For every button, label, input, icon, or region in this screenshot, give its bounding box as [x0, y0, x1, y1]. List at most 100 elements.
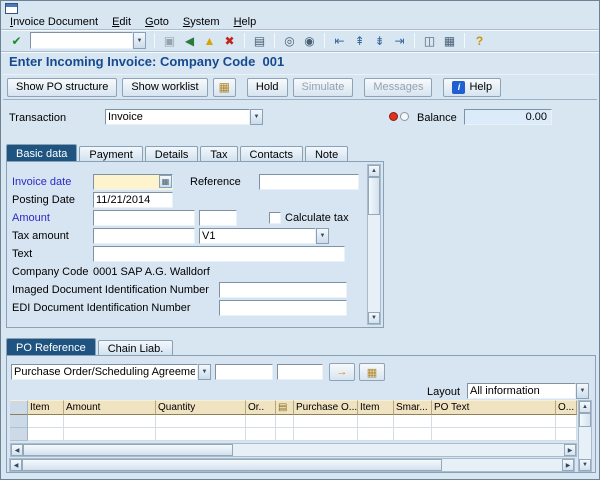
po-type-dropdown-icon[interactable]: ▼	[198, 364, 211, 380]
calculate-tax-checkbox[interactable]	[269, 212, 281, 224]
page-down-icon[interactable]: ⇟	[370, 32, 389, 50]
amount-input[interactable]	[93, 210, 195, 226]
table-cell[interactable]	[276, 415, 294, 428]
transaction-dropdown-icon[interactable]: ▼	[250, 109, 263, 125]
tax-code-select[interactable]	[199, 228, 316, 244]
hold-button[interactable]: Hold	[246, 77, 288, 97]
cancel-icon[interactable]: ✖	[220, 32, 239, 50]
currency-input[interactable]	[199, 210, 237, 226]
column-header-smart[interactable]: Smar...	[394, 400, 432, 415]
table-cell[interactable]	[394, 415, 432, 428]
command-dropdown-icon[interactable]: ▼	[133, 32, 146, 49]
layout-select[interactable]	[467, 383, 576, 399]
edi-doc-input[interactable]	[219, 300, 347, 316]
table-cell[interactable]	[432, 415, 556, 428]
table-cell[interactable]	[156, 415, 246, 428]
scroll-right-icon[interactable]: ▶	[562, 459, 574, 471]
column-header-doc-icon[interactable]: ▤	[276, 400, 294, 415]
menu-edit[interactable]: Edit	[105, 15, 138, 29]
table-cell[interactable]	[64, 415, 156, 428]
items-list-icon[interactable]: ▦	[359, 363, 385, 381]
transaction-select[interactable]	[105, 109, 250, 125]
tab-chain-liab[interactable]: Chain Liab.	[97, 340, 174, 356]
menu-system[interactable]: System	[176, 15, 227, 29]
reference-input[interactable]	[259, 174, 359, 190]
scroll-up-icon[interactable]: ▲	[579, 401, 591, 413]
imaged-doc-input[interactable]	[219, 282, 347, 298]
back-icon[interactable]: ◀	[180, 32, 199, 50]
page-up-icon[interactable]: ⇞	[350, 32, 369, 50]
column-header-po-text[interactable]: PO Text	[432, 400, 556, 415]
tab-contacts[interactable]: Contacts	[239, 146, 303, 162]
scrollbar-thumb[interactable]	[368, 177, 380, 215]
column-header-item2[interactable]: Item	[358, 400, 394, 415]
column-header-item[interactable]: Item	[28, 400, 64, 415]
tab-note[interactable]: Note	[304, 146, 349, 162]
scroll-up-icon[interactable]: ▲	[368, 165, 380, 177]
table-cell[interactable]	[156, 428, 246, 441]
scrollbar-thumb[interactable]	[579, 413, 591, 427]
row-selector[interactable]	[10, 415, 28, 428]
table-cell[interactable]	[28, 428, 64, 441]
scrollbar-thumb[interactable]	[22, 459, 442, 471]
column-header-amount[interactable]: Amount	[64, 400, 156, 415]
menu-goto[interactable]: Goto	[138, 15, 176, 29]
scroll-down-icon[interactable]: ▼	[579, 459, 591, 471]
show-worklist-button[interactable]: Show worklist	[122, 77, 208, 97]
find-next-icon[interactable]: ◉	[300, 32, 319, 50]
menu-invoice-document[interactable]: Invoice Document	[3, 15, 105, 29]
first-page-icon[interactable]: ⇤	[330, 32, 349, 50]
table-cell[interactable]	[246, 415, 276, 428]
scroll-left-icon[interactable]: ◀	[10, 459, 22, 471]
table-cell[interactable]	[358, 415, 394, 428]
po-item-input[interactable]	[277, 364, 323, 380]
help-button[interactable]: i Help	[443, 77, 502, 97]
text-input[interactable]	[93, 246, 345, 262]
table-cell[interactable]	[294, 428, 358, 441]
help-icon[interactable]: ?	[470, 32, 489, 50]
tab-tax[interactable]: Tax	[200, 146, 238, 162]
table-cell[interactable]	[294, 415, 358, 428]
table-cell[interactable]	[394, 428, 432, 441]
row-selector[interactable]	[10, 428, 28, 441]
tax-amount-input[interactable]	[93, 228, 195, 244]
po-number-input[interactable]	[215, 364, 273, 380]
worklist-tree-icon[interactable]: ▦	[212, 77, 236, 97]
command-input[interactable]	[30, 32, 133, 49]
tax-code-dropdown-icon[interactable]: ▼	[316, 228, 329, 244]
print-icon[interactable]: ▤	[250, 32, 269, 50]
save-icon[interactable]: ▣	[160, 32, 179, 50]
table-cell[interactable]	[556, 428, 577, 441]
table-cell[interactable]	[64, 428, 156, 441]
table-cell[interactable]	[358, 428, 394, 441]
table-cell[interactable]	[556, 415, 577, 428]
tab-po-reference[interactable]: PO Reference	[6, 338, 96, 356]
new-session-icon[interactable]: ◫	[420, 32, 439, 50]
po-type-select[interactable]	[11, 364, 198, 380]
show-po-structure-button[interactable]: Show PO structure	[7, 77, 118, 97]
tab-basic-data[interactable]: Basic data	[6, 144, 78, 162]
calendar-icon[interactable]: ▦	[159, 175, 172, 188]
posting-date-input[interactable]	[93, 192, 173, 208]
scrollbar-thumb[interactable]	[23, 444, 233, 456]
table-cell[interactable]	[276, 428, 294, 441]
column-header-purchase-order[interactable]: Purchase O...	[294, 400, 358, 415]
enter-icon[interactable]: ✔	[7, 32, 26, 50]
scroll-right-icon[interactable]: ▶	[564, 444, 576, 456]
table-cell[interactable]	[432, 428, 556, 441]
last-page-icon[interactable]: ⇥	[390, 32, 409, 50]
table-cell[interactable]	[28, 415, 64, 428]
scroll-down-icon[interactable]: ▼	[368, 312, 380, 324]
exit-icon[interactable]: ▲	[200, 32, 219, 50]
shortcut-icon[interactable]: ▦	[440, 32, 459, 50]
menu-help[interactable]: Help	[227, 15, 264, 29]
column-header-o[interactable]: O...	[556, 400, 577, 415]
table-cell[interactable]	[246, 428, 276, 441]
column-header-order[interactable]: Or..	[246, 400, 276, 415]
scroll-left-icon[interactable]: ◀	[11, 444, 23, 456]
tab-details[interactable]: Details	[144, 146, 199, 162]
layout-dropdown-icon[interactable]: ▼	[576, 383, 589, 399]
tab-payment[interactable]: Payment	[79, 146, 143, 162]
column-header-selector[interactable]	[10, 400, 28, 415]
adopt-arrow-icon[interactable]: →	[329, 363, 355, 381]
